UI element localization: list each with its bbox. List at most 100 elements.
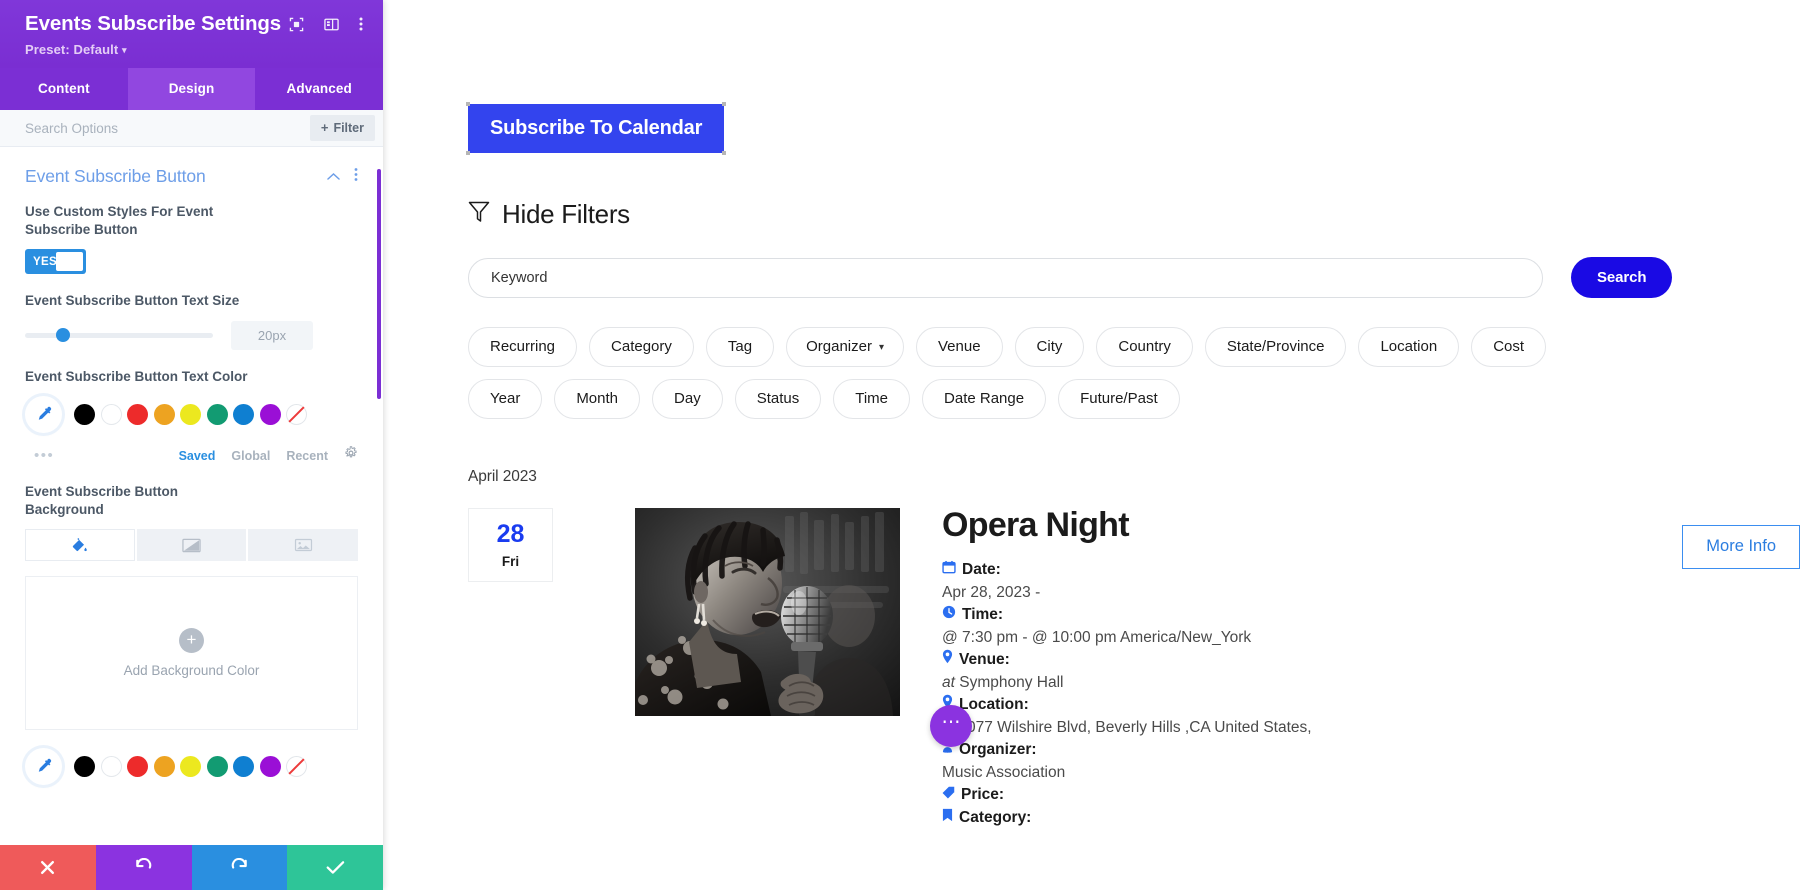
panel-more-icon[interactable] <box>359 16 363 37</box>
swatch-red[interactable] <box>127 404 148 425</box>
swatch-black[interactable] <box>74 404 95 425</box>
tab-content[interactable]: Content <box>0 68 128 110</box>
chip-country[interactable]: Country <box>1096 327 1193 367</box>
field-label: Event Subscribe Button Text Size <box>25 293 240 308</box>
more-info-button[interactable]: More Info <box>1682 525 1800 569</box>
section-more-icon[interactable] <box>354 167 358 187</box>
undo-button[interactable] <box>95 845 192 890</box>
swatch-purple[interactable] <box>259 404 281 425</box>
swatch-green[interactable] <box>206 756 228 777</box>
floating-actions-button[interactable]: ⋯ <box>930 705 972 747</box>
gradient-icon[interactable] <box>136 529 249 561</box>
chip-location[interactable]: Location <box>1358 327 1460 367</box>
selection-handle[interactable] <box>466 151 470 155</box>
text-size-value-input[interactable]: 20px <box>231 320 313 350</box>
chip-time[interactable]: Time <box>833 379 911 419</box>
swatch-purple[interactable] <box>259 756 281 777</box>
swatch-yellow[interactable] <box>180 756 201 777</box>
color-tab-recent[interactable]: Recent <box>286 449 328 463</box>
panel-search-bar: + Filter <box>0 110 383 147</box>
save-button[interactable] <box>287 845 383 890</box>
divi-settings-panel: Events Subscribe Settings Preset: Defaul… <box>0 0 383 890</box>
text-size-slider[interactable] <box>25 328 213 342</box>
chip-organizer[interactable]: Organizer ▾ <box>786 327 904 367</box>
panel-scrollbar[interactable] <box>377 169 381 399</box>
color-tab-saved[interactable]: Saved <box>179 449 216 463</box>
swatch-green[interactable] <box>206 404 228 425</box>
event-date-number: 28 <box>496 519 525 548</box>
section-header-event-subscribe-button[interactable]: Event Subscribe Button <box>25 147 358 203</box>
panel-preset[interactable]: Preset: Default ▾ <box>25 42 363 57</box>
event-thumbnail-image[interactable] <box>635 508 900 716</box>
swatch-white[interactable] <box>100 756 122 777</box>
color-tab-global[interactable]: Global <box>231 449 270 463</box>
chip-label: Organizer <box>806 338 872 355</box>
horizontal-dots-icon: ⋯ <box>941 712 963 733</box>
tab-advanced[interactable]: Advanced <box>255 68 383 110</box>
hide-filters-toggle[interactable]: Hide Filters <box>468 199 1800 230</box>
chip-venue[interactable]: Venue <box>915 327 1003 367</box>
chip-category[interactable]: Category <box>589 327 694 367</box>
chip-label: State/Province <box>1226 338 1325 355</box>
chevron-up-icon[interactable] <box>327 168 340 186</box>
tab-design[interactable]: Design <box>127 68 256 110</box>
chip-year[interactable]: Year <box>468 379 543 419</box>
panel-title: Events Subscribe Settings <box>25 12 282 35</box>
chip-recurring[interactable]: Recurring <box>468 327 578 367</box>
swatch-orange[interactable] <box>153 756 175 777</box>
swatch-white[interactable] <box>100 404 122 425</box>
subscribe-to-calendar-button[interactable]: Subscribe To Calendar <box>468 104 725 153</box>
search-options-input[interactable] <box>25 120 310 136</box>
event-detail-date: Date: Apr 28, 2023 - <box>942 559 1656 604</box>
chip-month[interactable]: Month <box>554 379 641 419</box>
swatch-red[interactable] <box>127 756 148 777</box>
detail-key-label: Category: <box>959 808 1032 826</box>
swatch-yellow[interactable] <box>180 404 201 425</box>
filter-chips: Recurring Category Tag Organizer ▾ Venue… <box>468 327 1578 419</box>
chip-future-past[interactable]: Future/Past <box>1058 379 1180 419</box>
keyword-input[interactable] <box>468 257 1543 298</box>
panel-layout-icon[interactable] <box>324 17 339 37</box>
filter-button-label: Filter <box>333 120 364 135</box>
selection-handle[interactable] <box>722 151 727 155</box>
chip-cost[interactable]: Cost <box>1471 327 1547 367</box>
chip-state-province[interactable]: State/Province <box>1204 327 1347 367</box>
redo-button[interactable] <box>191 845 288 890</box>
cancel-button[interactable] <box>0 845 96 890</box>
eyedropper-icon[interactable] <box>25 396 62 433</box>
eyedropper-icon[interactable] <box>25 748 62 785</box>
toggle-knob <box>56 252 83 271</box>
chip-day[interactable]: Day <box>652 379 723 419</box>
paint-bucket-icon[interactable] <box>25 529 137 561</box>
chip-date-range[interactable]: Date Range <box>922 379 1047 419</box>
detail-key: Category: <box>942 807 1656 830</box>
panel-preset-label: Preset: Default <box>25 42 119 57</box>
swatch-none[interactable] <box>286 756 307 777</box>
filter-button[interactable]: + Filter <box>309 115 375 141</box>
chip-status[interactable]: Status <box>734 379 822 419</box>
swatch-more-dots[interactable]: ••• <box>25 447 74 464</box>
swatch-orange[interactable] <box>153 404 175 425</box>
event-details: Opera Night Date: Apr 28, 2023 - Time: @… <box>942 508 1656 829</box>
field-text-color: Event Subscribe Button Text Color ••• Sa… <box>25 368 358 466</box>
event-date-box: 28 Fri <box>468 508 553 582</box>
swatch-none[interactable] <box>286 404 307 425</box>
chip-label: Day <box>674 390 701 407</box>
focus-target-icon[interactable] <box>289 17 304 37</box>
swatch-blue[interactable] <box>233 756 254 777</box>
chip-city[interactable]: City <box>1014 327 1085 367</box>
chip-tag[interactable]: Tag <box>705 327 775 367</box>
detail-key: Organizer: <box>942 739 1656 762</box>
selection-handle[interactable] <box>466 102 470 106</box>
swatch-blue[interactable] <box>233 404 254 425</box>
gear-icon[interactable] <box>344 446 358 465</box>
custom-styles-toggle[interactable]: YES <box>25 249 86 274</box>
selection-handle[interactable] <box>722 102 727 106</box>
add-background-color-dropzone[interactable]: + Add Background Color <box>25 576 358 730</box>
chip-label: Tag <box>727 338 753 355</box>
detail-key-label: Organizer: <box>959 741 1037 758</box>
image-icon[interactable] <box>248 529 359 561</box>
search-button[interactable]: Search <box>1571 257 1673 298</box>
swatch-black[interactable] <box>74 756 95 777</box>
slider-thumb[interactable] <box>55 328 70 342</box>
